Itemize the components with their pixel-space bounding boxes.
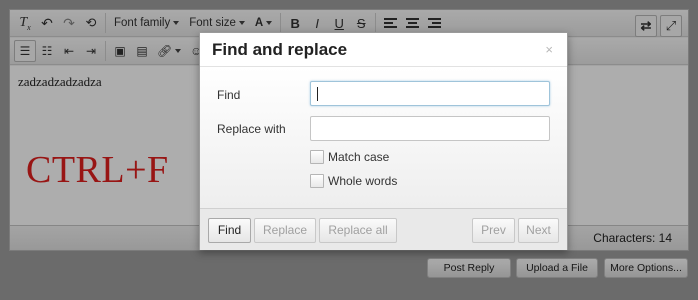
dialog-footer: Find Replace Replace all Prev Next — [200, 208, 567, 250]
replace-label: Replace with — [217, 122, 286, 136]
find-label: Find — [217, 88, 241, 102]
dialog-title: Find and replace — [212, 40, 348, 59]
match-case-label: Match case — [328, 150, 390, 164]
find-replace-dialog: Find and replace × Find Replace with Mat… — [199, 32, 568, 250]
replace-input[interactable] — [310, 116, 550, 141]
find-button[interactable]: Find — [208, 218, 251, 243]
dialog-header: Find and replace × — [200, 33, 567, 67]
match-case-checkbox[interactable] — [310, 150, 324, 164]
prev-button[interactable]: Prev — [472, 218, 515, 243]
next-button[interactable]: Next — [518, 218, 559, 243]
whole-words-label: Whole words — [328, 174, 398, 188]
dialog-body: Find Replace with Match case Whole words — [200, 67, 567, 208]
find-input[interactable] — [310, 81, 550, 106]
whole-words-checkbox[interactable] — [310, 174, 324, 188]
text-cursor — [317, 87, 318, 101]
replace-button[interactable]: Replace — [254, 218, 316, 243]
match-case-option[interactable]: Match case — [310, 150, 389, 164]
close-icon[interactable]: × — [545, 42, 553, 57]
replace-all-button[interactable]: Replace all — [319, 218, 397, 243]
whole-words-option[interactable]: Whole words — [310, 174, 397, 188]
